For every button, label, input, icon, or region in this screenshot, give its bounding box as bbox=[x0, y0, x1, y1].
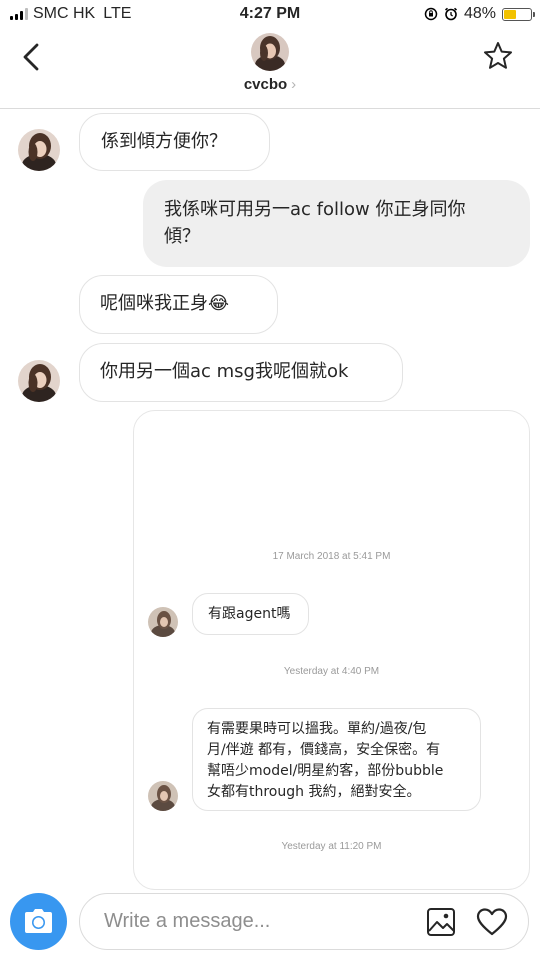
status-bar: SMC HK LTE 4:27 PM 48% bbox=[0, 0, 540, 30]
card-sender-avatar bbox=[148, 607, 178, 637]
message-input[interactable]: Write a message... bbox=[79, 893, 529, 950]
star-icon[interactable] bbox=[482, 40, 514, 72]
outgoing-message-bubble[interactable]: 我係咪可用另一ac follow 你正身同你 傾？ bbox=[143, 180, 530, 267]
timestamp: Yesterday at 4:40 PM bbox=[283, 666, 380, 677]
timestamp: 17 March 2018 at 5:41 PM bbox=[272, 551, 391, 562]
card-message-line: 月/伴遊 都有，價錢高，安全保密。有 bbox=[207, 742, 441, 758]
shared-screenshot-card[interactable]: 17 March 2018 at 5:41 PM 有跟agent嗎 Yester… bbox=[133, 410, 530, 890]
message-text: 係到傾方便你？ bbox=[101, 131, 227, 152]
incoming-message-bubble[interactable]: 呢個咪我正身😂 bbox=[79, 275, 278, 334]
incoming-message-bubble[interactable]: 你用另一個ac msg我呢個就ok bbox=[79, 343, 403, 402]
message-composer: Write a message... bbox=[0, 880, 540, 960]
sender-avatar[interactable] bbox=[18, 129, 60, 171]
gallery-icon[interactable] bbox=[426, 907, 456, 937]
card-message-text: 有跟agent嗎 bbox=[208, 606, 291, 622]
sender-avatar[interactable] bbox=[18, 360, 60, 402]
incoming-message-bubble[interactable]: 係到傾方便你？ bbox=[79, 113, 270, 171]
card-sender-avatar bbox=[148, 781, 178, 811]
conversation-header: cvcbo › bbox=[0, 30, 540, 109]
card-message-bubble: 有跟agent嗎 bbox=[192, 593, 309, 635]
alarm-icon bbox=[444, 7, 457, 21]
card-message-line: 有需要果時可以搵我。單約/過夜/包 bbox=[207, 721, 427, 737]
battery-percent: 48% bbox=[463, 5, 496, 22]
message-text: 你用另一個ac msg我呢個就ok bbox=[100, 361, 349, 382]
camera-button[interactable] bbox=[10, 893, 67, 950]
message-text: 呢個咪我正身😂 bbox=[100, 293, 230, 314]
message-text-line: 我係咪可用另一ac follow 你正身同你 bbox=[164, 199, 466, 220]
header-username-link[interactable]: cvcbo › bbox=[0, 76, 540, 93]
card-message-bubble: 有需要果時可以搵我。單約/過夜/包 月/伴遊 都有，價錢高，安全保密。有 幫唔少… bbox=[192, 708, 481, 811]
orientation-lock-icon bbox=[424, 7, 438, 21]
header-avatar[interactable] bbox=[251, 33, 289, 71]
status-right: 48% bbox=[424, 5, 535, 23]
battery-level-fill bbox=[504, 9, 516, 19]
timestamp: Yesterday at 11:20 PM bbox=[281, 841, 382, 852]
message-text-line: 傾？ bbox=[164, 226, 200, 247]
card-message-line: 女都有through 我約，絕對安全。 bbox=[207, 784, 421, 800]
chevron-right-icon: › bbox=[291, 76, 297, 93]
message-input-placeholder: Write a message... bbox=[104, 910, 271, 932]
battery-icon bbox=[502, 7, 535, 21]
camera-icon bbox=[25, 909, 52, 933]
chevron-left-icon[interactable] bbox=[18, 40, 44, 74]
header-username: cvcbo bbox=[243, 76, 288, 93]
card-message-line: 幫唔少model/明星約客，部份bubble bbox=[207, 763, 444, 779]
heart-icon[interactable] bbox=[476, 907, 508, 937]
